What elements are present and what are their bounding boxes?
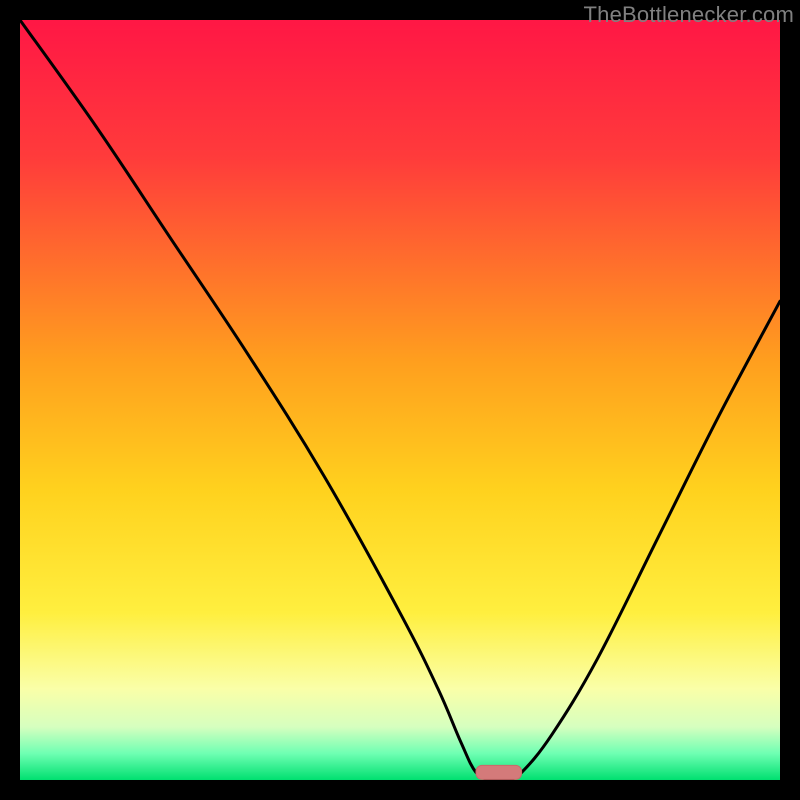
optimal-range-marker xyxy=(476,765,522,779)
attribution-label: TheBottlenecker.com xyxy=(584,2,794,28)
chart-frame: TheBottlenecker.com xyxy=(0,0,800,800)
bottleneck-chart xyxy=(20,20,780,780)
gradient-background xyxy=(20,20,780,780)
